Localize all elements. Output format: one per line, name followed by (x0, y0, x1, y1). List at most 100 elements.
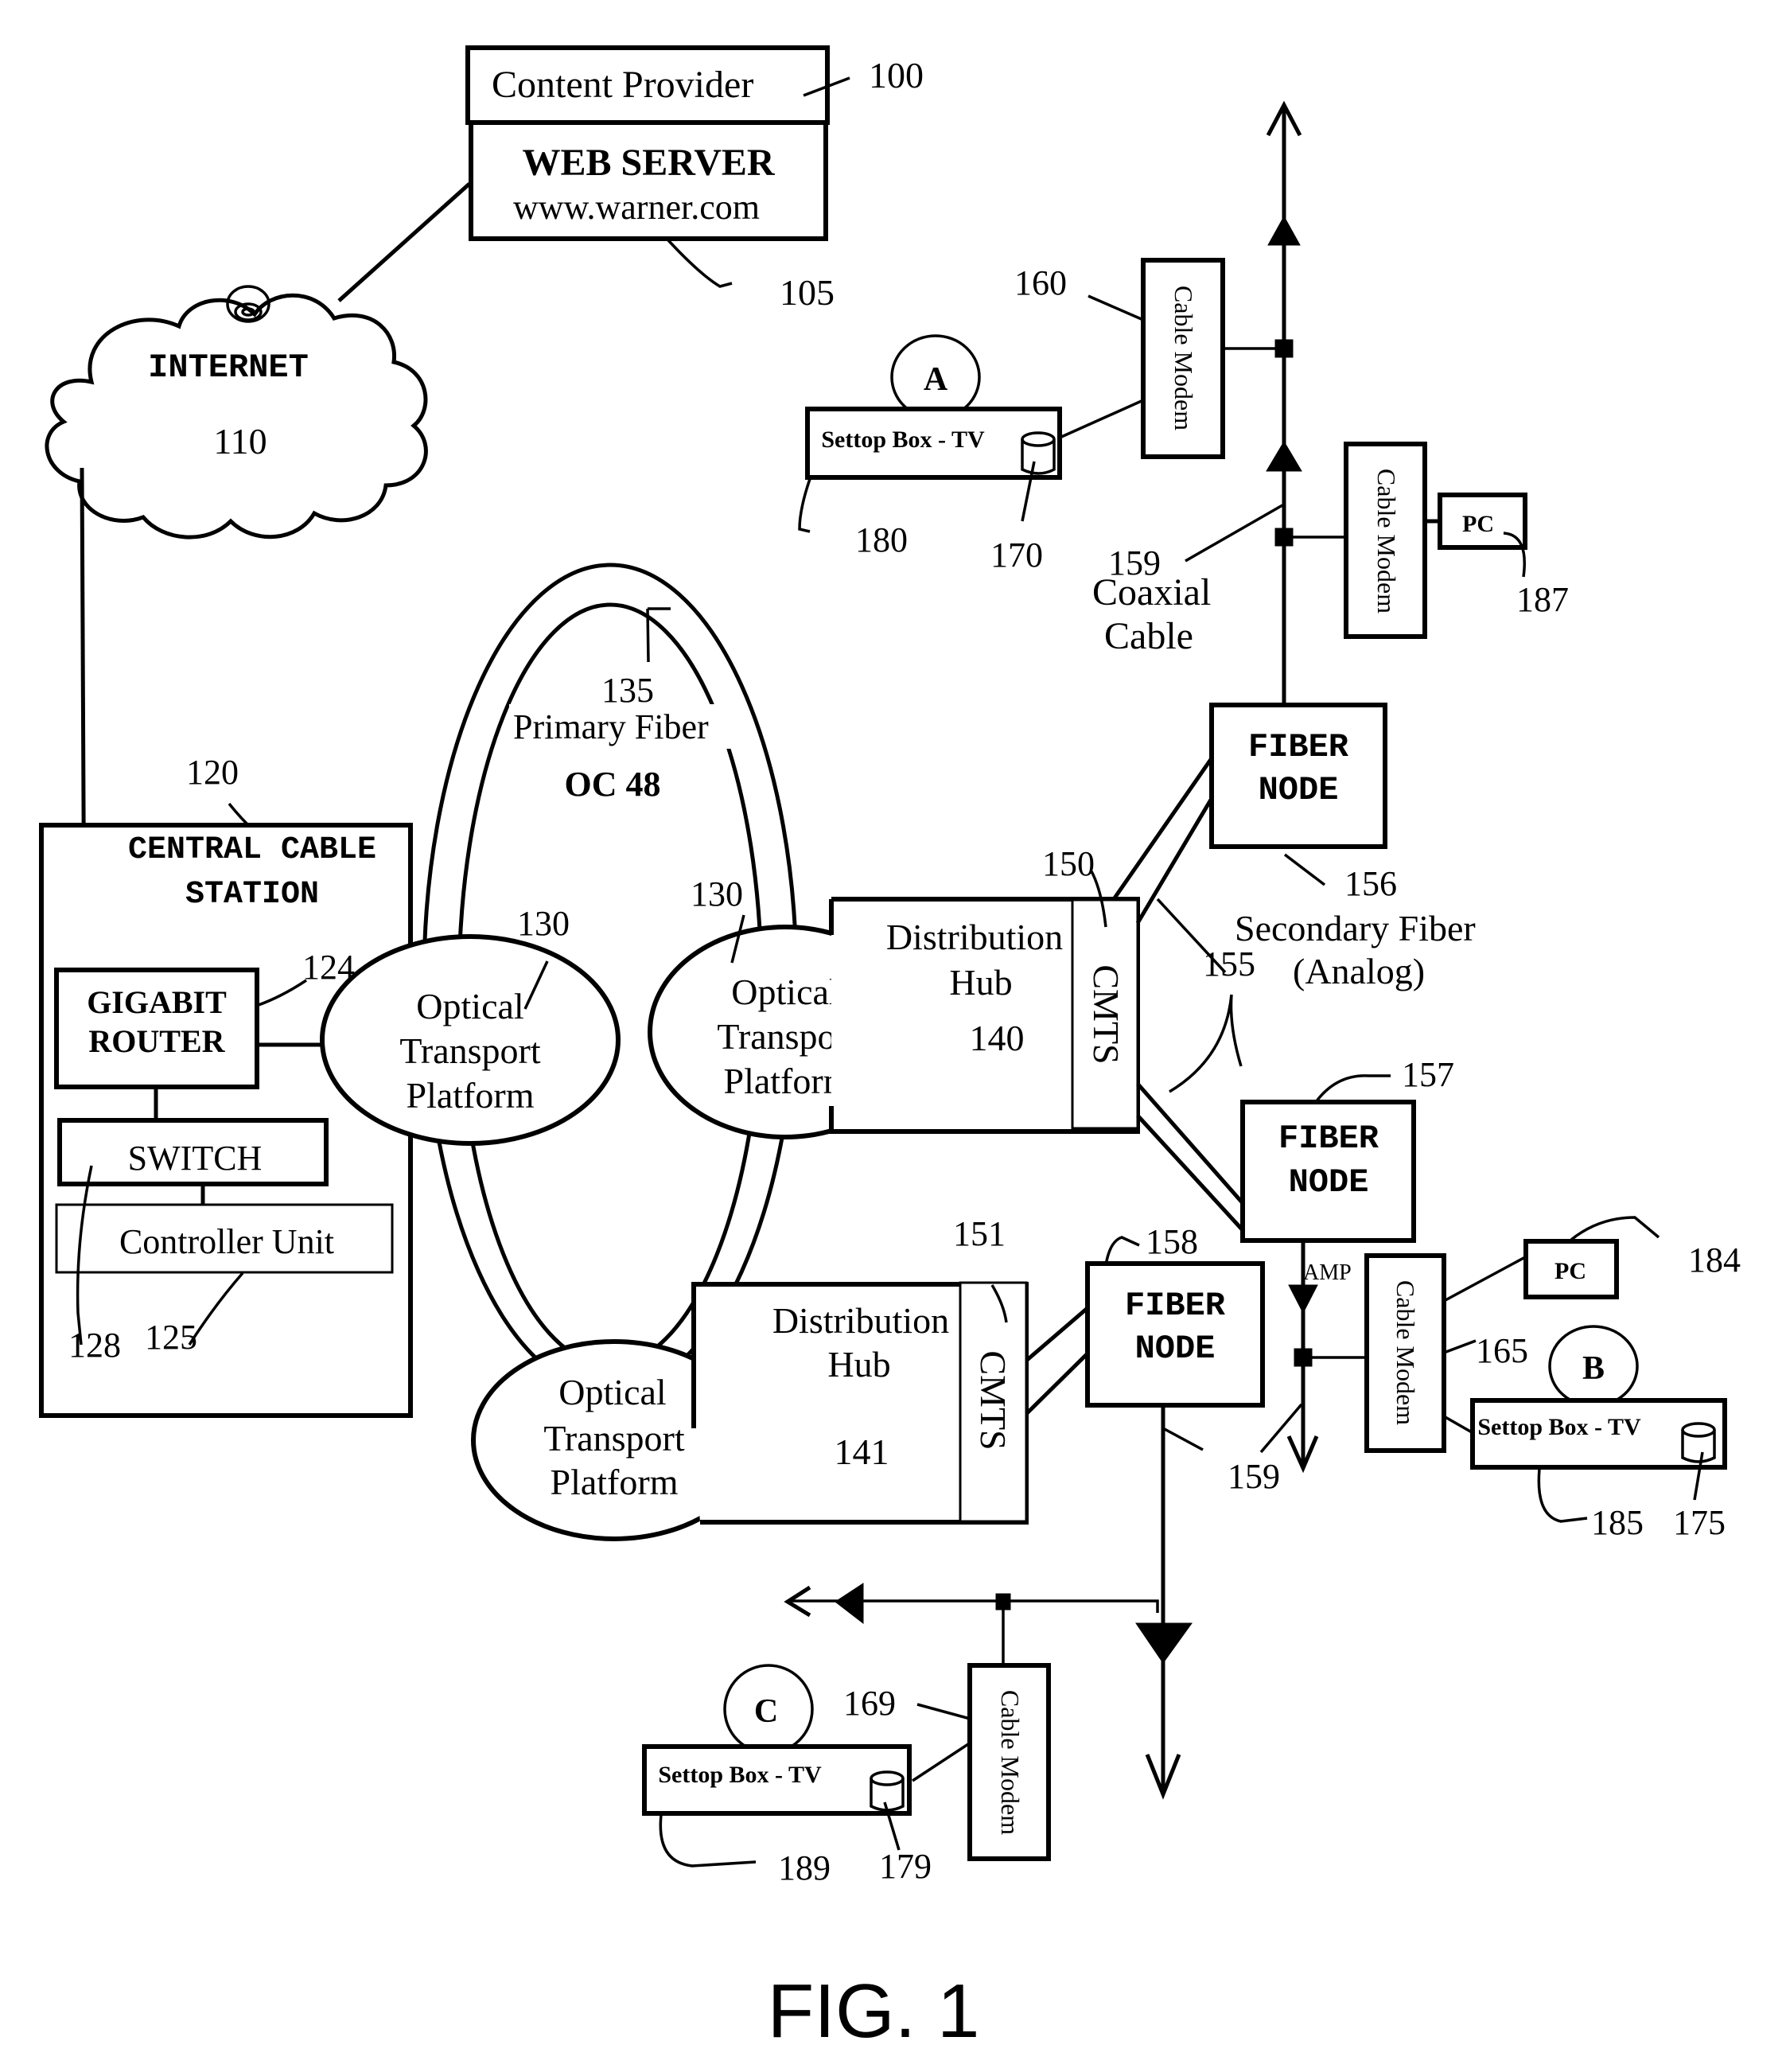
fiber-node-156: FIBER NODE 156 (1209, 703, 1397, 903)
ref-156-leader (1283, 853, 1326, 886)
otp-2-line1: Optical (731, 972, 839, 1012)
ref-175: 175 (1673, 1503, 1726, 1542)
central-station-title-1: CENTRAL CABLE (128, 832, 376, 868)
ref-105: 105 (780, 272, 835, 313)
ref-169: 169 (843, 1684, 896, 1723)
ref-157: 157 (1402, 1055, 1454, 1094)
gigabit-router-label-2: ROUTER (88, 1023, 225, 1059)
settop-a-to-modem-link (1059, 399, 1144, 439)
ref-165-leader (1443, 1339, 1477, 1354)
ref-180: 180 (855, 520, 908, 559)
ref-159-leader-top (1185, 504, 1283, 563)
subscriber-b: Cable Modem PC 184 165 B Settop Box - TV… (1364, 1216, 1741, 1542)
fiber-node-156-line2: NODE (1259, 771, 1339, 809)
modem-to-settop-c-link (912, 1741, 971, 1782)
pc-184-label: PC (1554, 1258, 1586, 1284)
ref-151: 151 (953, 1214, 1006, 1253)
ref-170: 170 (990, 536, 1043, 574)
content-provider: Content Provider 100 (465, 45, 924, 125)
coax-label-2: Cable (1104, 615, 1193, 657)
cable-modem-169-label: Cable Modem (996, 1690, 1025, 1835)
cloud-icon (45, 293, 428, 539)
cable-modem-top2-label: Cable Modem (1372, 469, 1401, 613)
web-server-url: www.warner.com (513, 188, 760, 227)
ref-165: 165 (1476, 1331, 1528, 1370)
tap-icon (1294, 1348, 1313, 1367)
ref-160-leader (1088, 294, 1144, 321)
ref-159-leader-b (1259, 1403, 1303, 1454)
otp-1-line2: Transport (399, 1030, 540, 1071)
subscriber-c: Cable Modem 169 C Settop Box - TV 179 18… (642, 1663, 1051, 1887)
central-station-title-2: STATION (185, 877, 319, 913)
hub-140-ref: 140 (970, 1018, 1025, 1058)
cable-modem-160-label: Cable Modem (1169, 286, 1198, 430)
ref-155: 155 (1203, 944, 1255, 983)
amplifier-icon (1135, 1622, 1193, 1664)
ref-169-leader (916, 1703, 971, 1720)
otp-3-line3: Platform (551, 1462, 679, 1502)
ref-159-leader-c (1162, 1427, 1204, 1451)
distribution-hub-140: Distribution Hub 140 CMTS 150 (829, 844, 1140, 1134)
otp-1-line1: Optical (416, 986, 523, 1026)
coax-label-1: Coaxial (1092, 571, 1211, 613)
ref-160: 160 (1014, 263, 1067, 302)
subscriber-pc-187: Cable Modem PC 187 (1344, 442, 1569, 639)
fiber-node-157-line2: NODE (1289, 1163, 1369, 1202)
amplifier-icon (1288, 1284, 1318, 1314)
pc-187-label: PC (1462, 511, 1494, 537)
web-server-title: WEB SERVER (522, 142, 775, 184)
fiber-node-157-line1: FIBER (1278, 1120, 1379, 1158)
ref-158: 158 (1146, 1222, 1198, 1261)
fiber-node-158: FIBER NODE 158 (1085, 1222, 1265, 1408)
hub-141-ref: 141 (835, 1431, 889, 1472)
ref-110: 110 (213, 421, 267, 462)
ref-187: 187 (1516, 580, 1569, 619)
distribution-hub-141: Distribution Hub 141 CMTS 151 (691, 1214, 1029, 1525)
fiber-node-157: FIBER NODE 157 (1240, 1055, 1454, 1243)
ref-185-leader (1537, 1468, 1588, 1523)
modem-to-pc-184-link (1443, 1256, 1526, 1303)
ref-189-leader (659, 1814, 757, 1868)
gigabit-router-label-1: GIGABIT (87, 984, 227, 1020)
hub-140-line2: Hub (949, 962, 1012, 1003)
cmts-151-label: CMTS (973, 1350, 1014, 1450)
amplifier-icon (835, 1583, 864, 1625)
secondary-fiber-to-node-158 (1025, 1306, 1090, 1416)
ref-155-leader (1169, 994, 1243, 1093)
settop-a-label: Settop Box - TV (821, 426, 985, 453)
ref-125: 125 (145, 1318, 197, 1357)
ref-130-b: 130 (691, 874, 743, 913)
ref-157-leader (1314, 1074, 1391, 1104)
internet-cloud: INTERNET 110 (45, 285, 428, 539)
ref-120-leader (228, 802, 250, 827)
fiber-node-158-line1: FIBER (1125, 1287, 1226, 1325)
fiber-node-156-line1: FIBER (1248, 728, 1349, 766)
switch-label: SWITCH (128, 1139, 263, 1178)
content-provider-title: Content Provider (492, 64, 753, 106)
cmts-150-label: CMTS (1086, 964, 1126, 1064)
otp-1-line3: Platform (407, 1075, 535, 1116)
ref-105-leader (667, 239, 733, 288)
ref-135: 135 (601, 671, 654, 710)
fiber-node-158-line2: NODE (1135, 1330, 1216, 1368)
ref-130-a: 130 (517, 904, 570, 943)
settop-c-label: Settop Box - TV (658, 1762, 822, 1788)
subscriber-a-marker-label: A (924, 361, 948, 398)
hub-141-line2: Hub (827, 1344, 890, 1385)
ref-159-b: 159 (1228, 1457, 1280, 1496)
ref-179: 179 (879, 1847, 932, 1886)
tap-icon (995, 1593, 1011, 1610)
tap-icon (1274, 528, 1294, 547)
subscriber-a: Cable Modem 160 A Settop Box - TV 170 18… (798, 258, 1225, 574)
internet-to-webserver-link (337, 182, 471, 302)
settop-b-label: Settop Box - TV (1477, 1414, 1641, 1440)
controller-unit-label: Controller Unit (119, 1222, 334, 1261)
hub-141-line1: Distribution (772, 1300, 949, 1341)
ref-100: 100 (869, 55, 924, 95)
ref-185: 185 (1591, 1503, 1644, 1542)
primary-fiber-label: Primary Fiber (513, 707, 709, 746)
ref-158-leader (1104, 1236, 1140, 1266)
modem-to-settop-b-link (1443, 1415, 1473, 1434)
ref-184-leader (1570, 1216, 1660, 1241)
subscriber-c-marker-label: C (754, 1693, 778, 1730)
